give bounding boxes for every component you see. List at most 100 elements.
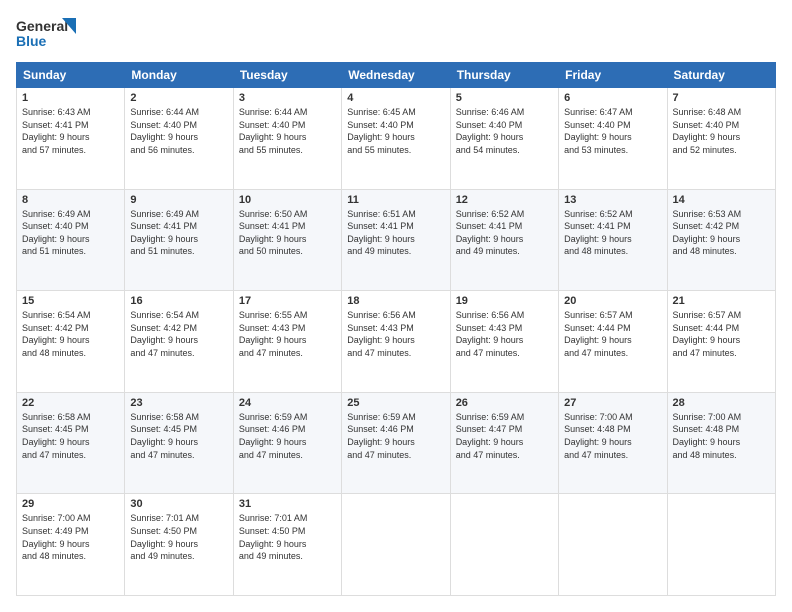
day-number: 14 [673,194,770,206]
calendar-cell [342,494,450,596]
calendar-cell [667,494,775,596]
weekday-friday: Friday [559,63,667,88]
day-info: Sunrise: 6:54 AM Sunset: 4:42 PM Dayligh… [130,309,227,359]
day-info: Sunrise: 6:54 AM Sunset: 4:42 PM Dayligh… [22,309,119,359]
week-row-4: 22 Sunrise: 6:58 AM Sunset: 4:45 PM Dayli… [17,392,776,494]
day-number: 16 [130,295,227,307]
day-info: Sunrise: 6:46 AM Sunset: 4:40 PM Dayligh… [456,106,553,156]
day-number: 11 [347,194,444,206]
calendar-cell: 18 Sunrise: 6:56 AM Sunset: 4:43 PM Dayli… [342,291,450,393]
day-number: 20 [564,295,661,307]
day-info: Sunrise: 7:00 AM Sunset: 4:49 PM Dayligh… [22,512,119,562]
calendar-cell: 3 Sunrise: 6:44 AM Sunset: 4:40 PM Daylig… [233,88,341,190]
week-row-2: 8 Sunrise: 6:49 AM Sunset: 4:40 PM Daylig… [17,189,776,291]
calendar-cell: 26 Sunrise: 6:59 AM Sunset: 4:47 PM Dayli… [450,392,558,494]
day-info: Sunrise: 6:58 AM Sunset: 4:45 PM Dayligh… [22,411,119,461]
day-info: Sunrise: 6:52 AM Sunset: 4:41 PM Dayligh… [456,208,553,258]
weekday-monday: Monday [125,63,233,88]
page: GeneralBlue SundayMondayTuesdayWednesday… [0,0,792,612]
calendar-cell: 31 Sunrise: 7:01 AM Sunset: 4:50 PM Dayli… [233,494,341,596]
weekday-wednesday: Wednesday [342,63,450,88]
day-number: 15 [22,295,119,307]
calendar-cell: 15 Sunrise: 6:54 AM Sunset: 4:42 PM Dayli… [17,291,125,393]
day-info: Sunrise: 6:57 AM Sunset: 4:44 PM Dayligh… [564,309,661,359]
day-info: Sunrise: 7:01 AM Sunset: 4:50 PM Dayligh… [130,512,227,562]
calendar-cell: 7Sunrise: 6:48 AM Sunset: 4:40 PM Daylig… [667,88,775,190]
day-info: Sunrise: 6:44 AM Sunset: 4:40 PM Dayligh… [130,106,227,156]
calendar-cell: 4Sunrise: 6:45 AM Sunset: 4:40 PM Daylig… [342,88,450,190]
calendar-table: SundayMondayTuesdayWednesdayThursdayFrid… [16,62,776,596]
calendar-cell: 28 Sunrise: 7:00 AM Sunset: 4:48 PM Dayli… [667,392,775,494]
calendar-cell: 20 Sunrise: 6:57 AM Sunset: 4:44 PM Dayli… [559,291,667,393]
day-number: 30 [130,498,227,510]
day-number: 28 [673,397,770,409]
day-info: Sunrise: 6:52 AM Sunset: 4:41 PM Dayligh… [564,208,661,258]
calendar-cell: 16 Sunrise: 6:54 AM Sunset: 4:42 PM Dayli… [125,291,233,393]
day-info: Sunrise: 6:56 AM Sunset: 4:43 PM Dayligh… [456,309,553,359]
day-number: 26 [456,397,553,409]
day-number: 18 [347,295,444,307]
day-info: Sunrise: 6:59 AM Sunset: 4:46 PM Dayligh… [239,411,336,461]
calendar-body: 1 Sunrise: 6:43 AM Sunset: 4:41 PM Daylig… [17,88,776,596]
day-info: Sunrise: 7:00 AM Sunset: 4:48 PM Dayligh… [673,411,770,461]
day-number: 2 [130,92,227,104]
calendar-cell: 12Sunrise: 6:52 AM Sunset: 4:41 PM Dayli… [450,189,558,291]
calendar-cell: 21Sunrise: 6:57 AM Sunset: 4:44 PM Dayli… [667,291,775,393]
day-info: Sunrise: 6:53 AM Sunset: 4:42 PM Dayligh… [673,208,770,258]
day-info: Sunrise: 6:51 AM Sunset: 4:41 PM Dayligh… [347,208,444,258]
day-number: 1 [22,92,119,104]
day-number: 22 [22,397,119,409]
calendar-cell: 24Sunrise: 6:59 AM Sunset: 4:46 PM Dayli… [233,392,341,494]
weekday-sunday: Sunday [17,63,125,88]
calendar-cell: 6 Sunrise: 6:47 AM Sunset: 4:40 PM Daylig… [559,88,667,190]
day-number: 31 [239,498,336,510]
week-row-1: 1 Sunrise: 6:43 AM Sunset: 4:41 PM Daylig… [17,88,776,190]
calendar-cell: 8 Sunrise: 6:49 AM Sunset: 4:40 PM Daylig… [17,189,125,291]
svg-text:Blue: Blue [16,33,47,49]
svg-text:General: General [16,18,68,34]
calendar-cell: 22 Sunrise: 6:58 AM Sunset: 4:45 PM Dayli… [17,392,125,494]
day-number: 5 [456,92,553,104]
logo-svg: GeneralBlue [16,16,76,52]
day-number: 10 [239,194,336,206]
calendar-cell: 25Sunrise: 6:59 AM Sunset: 4:46 PM Dayli… [342,392,450,494]
calendar-cell: 13Sunrise: 6:52 AM Sunset: 4:41 PM Dayli… [559,189,667,291]
week-row-3: 15 Sunrise: 6:54 AM Sunset: 4:42 PM Dayli… [17,291,776,393]
day-number: 25 [347,397,444,409]
day-number: 8 [22,194,119,206]
day-number: 7 [673,92,770,104]
calendar-cell: 29 Sunrise: 7:00 AM Sunset: 4:49 PM Dayli… [17,494,125,596]
day-info: Sunrise: 7:01 AM Sunset: 4:50 PM Dayligh… [239,512,336,562]
calendar-cell: 2 Sunrise: 6:44 AM Sunset: 4:40 PM Daylig… [125,88,233,190]
calendar-cell: 1 Sunrise: 6:43 AM Sunset: 4:41 PM Daylig… [17,88,125,190]
day-number: 29 [22,498,119,510]
day-info: Sunrise: 6:49 AM Sunset: 4:41 PM Dayligh… [130,208,227,258]
day-info: Sunrise: 6:59 AM Sunset: 4:47 PM Dayligh… [456,411,553,461]
day-number: 9 [130,194,227,206]
calendar-cell: 19 Sunrise: 6:56 AM Sunset: 4:43 PM Dayli… [450,291,558,393]
day-info: Sunrise: 6:43 AM Sunset: 4:41 PM Dayligh… [22,106,119,156]
day-number: 19 [456,295,553,307]
day-number: 17 [239,295,336,307]
weekday-header-row: SundayMondayTuesdayWednesdayThursdayFrid… [17,63,776,88]
calendar-cell: 5 Sunrise: 6:46 AM Sunset: 4:40 PM Daylig… [450,88,558,190]
day-info: Sunrise: 6:58 AM Sunset: 4:45 PM Dayligh… [130,411,227,461]
day-info: Sunrise: 6:44 AM Sunset: 4:40 PM Dayligh… [239,106,336,156]
calendar-cell: 17Sunrise: 6:55 AM Sunset: 4:43 PM Dayli… [233,291,341,393]
calendar-cell: 10Sunrise: 6:50 AM Sunset: 4:41 PM Dayli… [233,189,341,291]
day-number: 4 [347,92,444,104]
calendar-cell: 27Sunrise: 7:00 AM Sunset: 4:48 PM Dayli… [559,392,667,494]
day-info: Sunrise: 6:49 AM Sunset: 4:40 PM Dayligh… [22,208,119,258]
calendar-cell [450,494,558,596]
day-number: 27 [564,397,661,409]
header: GeneralBlue [16,16,776,52]
day-info: Sunrise: 6:56 AM Sunset: 4:43 PM Dayligh… [347,309,444,359]
day-info: Sunrise: 6:47 AM Sunset: 4:40 PM Dayligh… [564,106,661,156]
logo: GeneralBlue [16,16,76,52]
calendar-cell: 11 Sunrise: 6:51 AM Sunset: 4:41 PM Dayli… [342,189,450,291]
day-number: 3 [239,92,336,104]
calendar-cell: 30 Sunrise: 7:01 AM Sunset: 4:50 PM Dayli… [125,494,233,596]
weekday-tuesday: Tuesday [233,63,341,88]
day-number: 6 [564,92,661,104]
calendar-cell [559,494,667,596]
